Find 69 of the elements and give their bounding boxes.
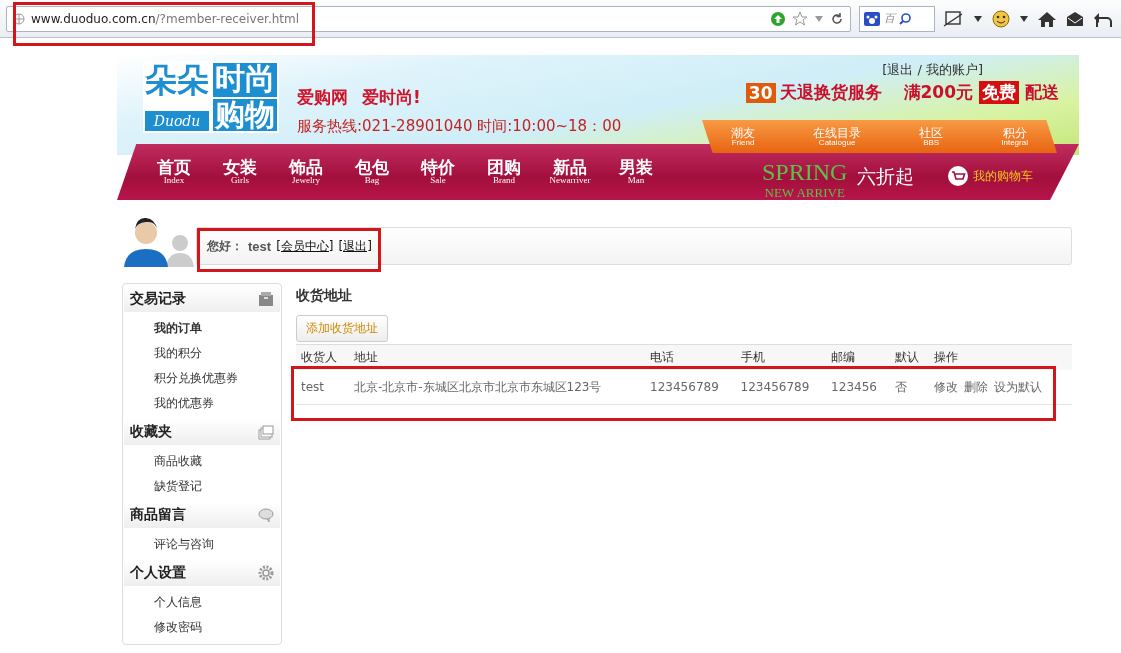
- settings-icon: [258, 565, 274, 581]
- mail-icon[interactable]: [1065, 9, 1085, 28]
- promo-text: 天退换货服务: [779, 81, 882, 104]
- address-bar[interactable]: www.duoduo.com.cn/?member-receiver.html: [6, 5, 851, 32]
- search-field[interactable]: 百: [859, 5, 935, 32]
- group-title-text: 收藏夹: [130, 423, 172, 441]
- sidebar-item[interactable]: 评论与咨询: [154, 532, 280, 557]
- home-icon[interactable]: [1037, 9, 1057, 28]
- promo-badge: 免费: [979, 81, 1019, 104]
- promo-text: 满200元: [903, 81, 973, 104]
- greeting-text: 您好：: [207, 237, 243, 255]
- nav-link[interactable]: 饰品 Jewelry: [273, 157, 339, 187]
- sidebar-item[interactable]: 缺货登记: [154, 474, 280, 499]
- cart-link[interactable]: 我的购物车: [948, 166, 1034, 186]
- spring-subtitle: NEW ARRIVE: [764, 185, 845, 199]
- sidebar-item[interactable]: 个人信息: [154, 590, 280, 615]
- table-cell: test: [296, 370, 349, 405]
- logo[interactable]: 朵朵 时尚 Duodu 购物: [143, 61, 279, 133]
- sidebar-item[interactable]: 商品收藏: [154, 449, 280, 474]
- nav-link[interactable]: 女装 Girls: [207, 157, 273, 187]
- nav-link[interactable]: 团购 Brand: [471, 157, 537, 187]
- group-title-text: 个人设置: [130, 564, 186, 582]
- nav-link[interactable]: 新品 Newarriver: [537, 157, 603, 187]
- sidebar-item[interactable]: 我的优惠券: [154, 391, 280, 416]
- globe-icon: [13, 12, 25, 25]
- dropdown-icon[interactable]: [1019, 14, 1029, 23]
- star-icon[interactable]: [792, 10, 808, 27]
- spring-title: SPRING: [762, 159, 848, 184]
- action-link[interactable]: 设为默认: [994, 379, 1043, 394]
- table-cell: 否: [890, 370, 930, 405]
- dropdown-icon[interactable]: [973, 14, 983, 23]
- screenshot-icon[interactable]: [943, 9, 965, 28]
- go-icon[interactable]: [770, 10, 786, 27]
- speech-bubble-icon: [258, 507, 274, 523]
- account-links[interactable]: [退出 / 我的账户]: [882, 61, 983, 79]
- paw-icon: [864, 11, 880, 26]
- windows-icon: [258, 424, 274, 440]
- slogan: 爱购网: [297, 86, 348, 109]
- sidebar-item[interactable]: 修改密码: [154, 615, 280, 640]
- action-link[interactable]: 删除: [964, 379, 989, 394]
- face-icon[interactable]: [991, 8, 1011, 29]
- group-title-text: 商品留言: [130, 506, 186, 524]
- table-cell: 123456789: [735, 370, 827, 405]
- group-title-text: 交易记录: [130, 290, 186, 308]
- promo-text: 配送: [1025, 81, 1059, 104]
- search-placeholder: 百: [884, 11, 895, 26]
- table-cell: 123456789: [645, 370, 736, 405]
- reload-icon[interactable]: [830, 11, 844, 26]
- search-icon[interactable]: [899, 12, 911, 25]
- table-cell: 北京-北京市-东城区北京市北京市东城区123号: [348, 370, 646, 405]
- sidebar-item[interactable]: 我的积分: [154, 341, 280, 366]
- action-link[interactable]: 修改: [934, 379, 959, 394]
- nav-link[interactable]: 首页 Index: [141, 157, 207, 187]
- sidebar-item[interactable]: 积分兑换优惠券: [154, 366, 280, 391]
- sidebar-item[interactable]: 我的订单: [154, 316, 280, 341]
- hotline-text: 服务热线:021-28901040 时间:10:00~18：00: [297, 117, 622, 136]
- page-title: 收货地址: [296, 287, 353, 305]
- table-cell: 123456: [826, 370, 891, 405]
- discount-text: 六折起: [857, 164, 915, 189]
- box-icon: [258, 291, 274, 307]
- slogan: 爱时尚!: [362, 86, 421, 109]
- nav-link[interactable]: 包包 Bag: [339, 157, 405, 187]
- user-link[interactable]: [会员中心]: [276, 237, 334, 255]
- username: test: [248, 238, 272, 254]
- nav-link[interactable]: 男装 Man: [603, 157, 669, 187]
- user-link[interactable]: [退出]: [338, 237, 372, 255]
- nav-link[interactable]: 特价 Sale: [405, 157, 471, 187]
- url-text: www.duoduo.com.cn/?member-receiver.html: [31, 11, 300, 26]
- cart-icon: [948, 166, 969, 186]
